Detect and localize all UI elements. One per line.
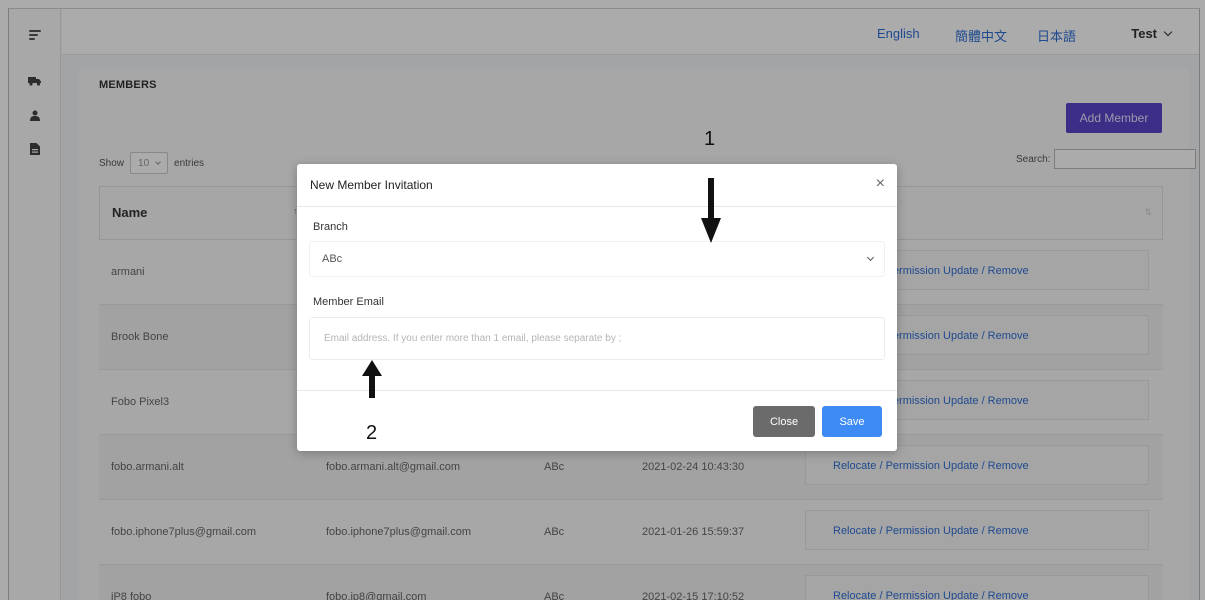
close-button[interactable]: Close <box>753 406 815 437</box>
new-member-modal: New Member Invitation × Branch ABc Membe… <box>297 164 897 451</box>
close-icon[interactable]: × <box>876 176 885 192</box>
save-button[interactable]: Save <box>822 406 882 437</box>
annotation-marker-1: 1 <box>704 128 716 150</box>
branch-select-value: ABc <box>322 253 343 265</box>
arrow-down-icon <box>701 178 721 243</box>
annotation-marker-2: 2 <box>366 422 378 444</box>
member-email-label: Member Email <box>313 296 384 308</box>
modal-title: New Member Invitation <box>310 178 433 192</box>
chevron-down-icon <box>866 253 875 262</box>
arrow-up-icon <box>362 360 382 398</box>
divider <box>297 390 897 391</box>
branch-label: Branch <box>313 221 348 233</box>
member-email-input[interactable] <box>309 317 885 360</box>
branch-select[interactable]: ABc <box>309 241 885 277</box>
divider <box>297 206 897 207</box>
